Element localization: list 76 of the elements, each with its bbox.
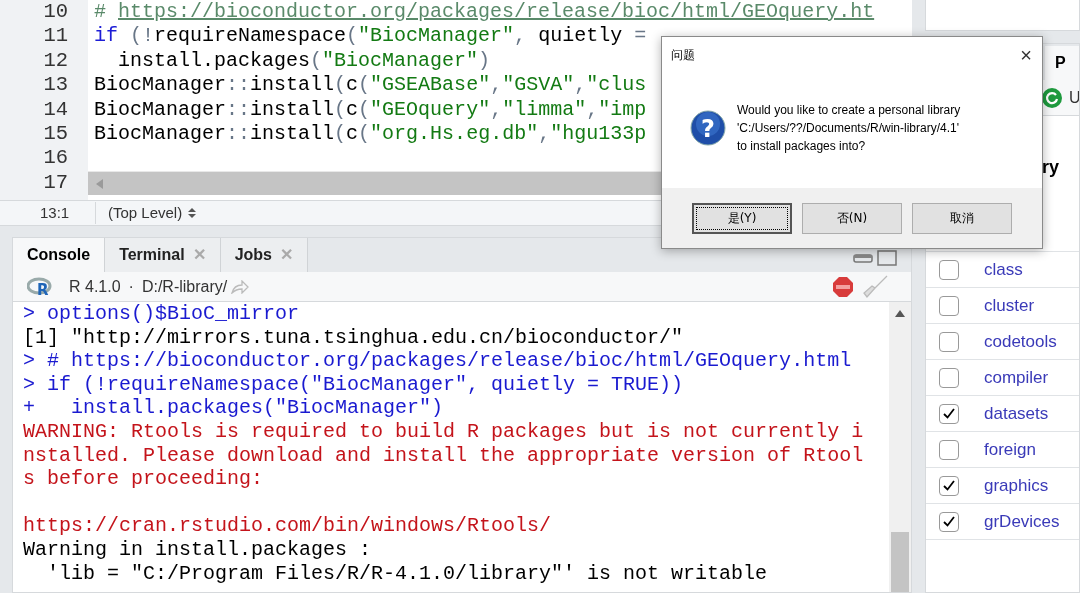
package-link[interactable]: cluster [984,292,1035,319]
console-line: [1] "http://mirrors.tuna.tsinghua.edu.cn/bioconductor/" [23,325,684,349]
line-number: 14 [43,97,68,123]
code-line: BiocManager::install(c("GSEABase","GSVA","clus [94,73,647,97]
package-checkbox[interactable] [939,259,959,280]
package-link[interactable]: foreign [984,436,1036,463]
line-number: 17 [43,170,68,196]
line-number: 10 [43,0,68,25]
code-line: BiocManager::install(c("GEOquery","limma","imp [94,97,647,121]
check-icon [943,516,955,527]
package-checkbox[interactable] [939,403,959,424]
refresh-icon[interactable] [1041,86,1063,109]
package-checkbox[interactable] [939,475,959,496]
dialog-message: 'C:/Users/??/Documents/R/win-library/4.1' [737,119,960,137]
cursor-position: 13:1 [0,201,96,225]
console-line: > # https://bioconductor.org/packages/release/bioc/html/GEOquery.html [23,349,852,373]
package-checkbox[interactable] [939,367,959,388]
code-line: # https://bioconductor.org/packages/release/bioc/html/GEOquery.ht [94,0,875,23]
scroll-left-icon[interactable] [96,178,104,189]
code-line: BiocManager::install(c("org.Hs.eg.db","hgu133p [94,121,647,145]
share-arrow-icon[interactable] [231,279,250,294]
console-line: https://cran.rstudio.com/bin/windows/Rtools/ [23,514,552,538]
console-line: > options()$BioC_mirror [23,302,300,325]
package-checkbox[interactable] [939,295,959,316]
console-line: s before proceeding: [23,467,264,491]
package-checkbox[interactable] [939,331,959,352]
question-icon: ? [690,109,726,146]
code-line: install.packages("BiocManager") [117,48,491,72]
line-number: 11 [43,24,68,49]
console-line: > if (!requireNamespace("BiocManager", quietly = TRUE)) [23,372,684,396]
code-line: if (!requireNamespace("BiocManager", quietly = [94,24,647,48]
maximize-icon[interactable] [877,250,897,266]
dialog-button[interactable]: 取消 [912,202,1012,234]
console-line: Warning in install.packages : [23,537,372,561]
package-link[interactable]: codetools [984,328,1057,355]
line-number: 13 [43,73,68,98]
dialog-button[interactable]: 否(N) [802,202,902,234]
close-button[interactable]: × [1020,45,1032,65]
line-number: 16 [43,146,68,171]
package-checkbox[interactable] [939,511,959,532]
r-logo-icon: R [27,276,53,297]
vertical-scrollbar[interactable] [889,302,911,592]
check-icon [943,480,955,491]
package-link[interactable]: graphics [984,472,1049,499]
column-heading: ry [1042,156,1059,179]
packages-tab[interactable]: P [1045,46,1079,80]
console-tab[interactable]: Terminal ✕ [105,238,221,272]
minimize-icon[interactable] [853,253,873,263]
working-directory[interactable]: D:/R-library/ [141,274,228,299]
broom-icon[interactable] [863,274,889,299]
dialog-message: to install packages into? [737,137,867,155]
console-line: 'lib = "C:/Program Files/R/R-4.1.0/library"' is not writable [46,561,768,585]
update-label[interactable]: U [1069,85,1079,110]
stop-icon[interactable] [833,276,853,297]
console-tab[interactable]: Console [13,238,106,272]
package-checkbox[interactable] [939,439,959,460]
package-link[interactable]: compiler [984,364,1049,391]
console-tab[interactable]: Jobs ✕ [220,238,308,272]
updown-caret-icon [188,207,197,219]
scope-selector[interactable]: (Top Level) [96,201,197,225]
line-number: 15 [43,122,68,147]
dialog-title: 问题 [671,47,695,64]
scroll-up-icon[interactable] [895,310,905,317]
line-number: 12 [43,48,68,74]
package-link[interactable]: grDevices [984,508,1060,535]
scrollbar-thumb[interactable] [891,532,909,592]
package-link[interactable]: class [984,256,1023,283]
console-line: WARNING: Rtools is required to build R packages but is not currently i [23,419,864,443]
separator-dot: · [128,276,134,297]
console-line: + install.packages("BiocManager") [23,396,444,420]
console-line: nstalled. Please download and install the appropriate version of Rtool [23,443,864,467]
check-icon [943,408,955,419]
dialog-button[interactable]: 是(Y) [692,202,792,234]
r-version: R 4.1.0 [69,276,121,297]
dialog-message: Would you like to create a personal library [737,101,961,119]
package-link[interactable]: datasets [984,400,1049,427]
